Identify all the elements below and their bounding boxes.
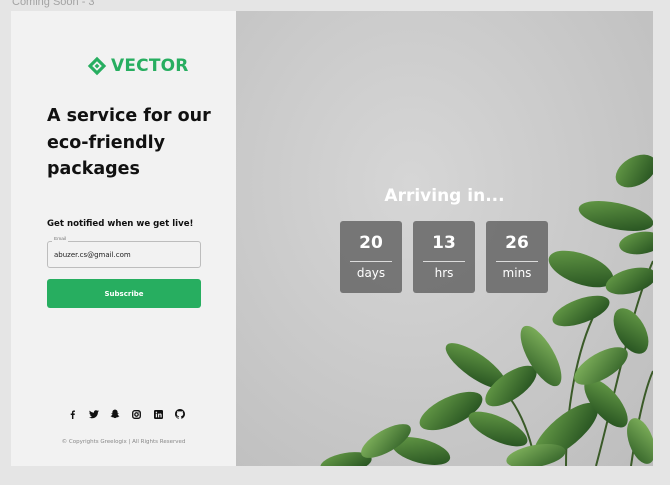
- twitter-icon[interactable]: [88, 409, 99, 419]
- arriving-heading: Arriving in...: [384, 186, 505, 206]
- coming-soon-page: VECTOR A service for our eco-friendly pa…: [11, 11, 653, 466]
- countdown-timer: 20 days 13 hrs 26 mins: [340, 221, 548, 293]
- countdown-days-value: 20: [359, 233, 383, 253]
- countdown-minutes: 26 mins: [486, 221, 548, 293]
- frame-label: Coming Soon - 3: [12, 0, 95, 8]
- facebook-icon[interactable]: [67, 409, 77, 419]
- countdown-days: 20 days: [340, 221, 402, 293]
- left-panel: VECTOR A service for our eco-friendly pa…: [11, 11, 236, 466]
- countdown-divider: [350, 261, 392, 262]
- copyright-text: © Copyrights Greelogix | All Rights Rese…: [61, 439, 186, 445]
- notify-heading: Get notified when we get live!: [47, 219, 194, 229]
- brand-logo[interactable]: VECTOR: [87, 56, 189, 76]
- page-headline: A service for our eco-friendly packages: [47, 106, 211, 179]
- countdown-days-unit: days: [356, 266, 386, 280]
- subscribe-button[interactable]: Subscribe: [47, 279, 201, 308]
- hero-panel: Arriving in... 20 days 13 hrs 26 mins: [236, 11, 653, 466]
- github-icon[interactable]: [174, 409, 185, 419]
- brand-name: VECTOR: [111, 56, 189, 76]
- linkedin-icon[interactable]: [153, 409, 163, 419]
- diamond-logo-icon: [87, 56, 107, 76]
- countdown-hours-unit: hrs: [434, 266, 454, 280]
- countdown-divider: [423, 261, 465, 262]
- social-links: [67, 409, 185, 419]
- countdown-minutes-value: 26: [505, 233, 529, 253]
- countdown-divider: [496, 261, 538, 262]
- snapchat-icon[interactable]: [110, 409, 120, 419]
- countdown-minutes-unit: mins: [502, 266, 532, 280]
- instagram-icon[interactable]: [132, 409, 142, 419]
- countdown-hours: 13 hrs: [413, 221, 475, 293]
- email-input[interactable]: [48, 242, 200, 268]
- email-field-label: Email: [52, 237, 68, 242]
- countdown-hours-value: 13: [432, 233, 456, 253]
- email-field[interactable]: Email: [47, 237, 201, 268]
